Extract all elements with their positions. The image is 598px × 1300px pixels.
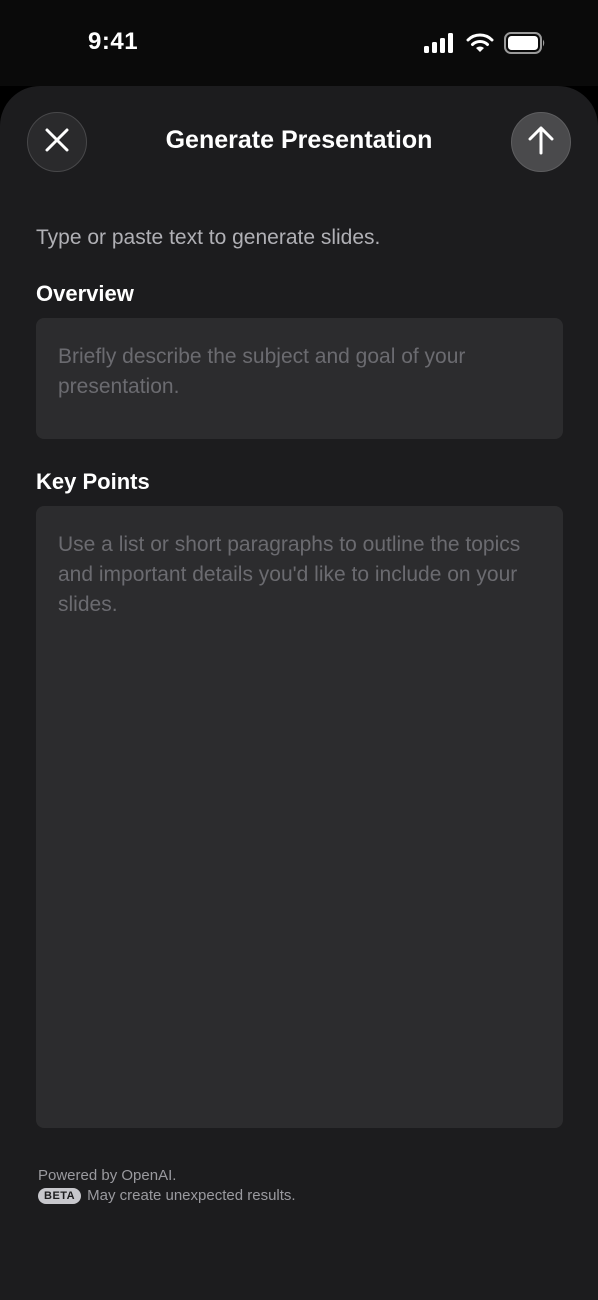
beta-badge: BETA bbox=[38, 1188, 82, 1204]
sheet-title: Generate Presentation bbox=[165, 126, 433, 154]
intro-text: Type or paste text to generate slides. bbox=[36, 226, 381, 249]
status-icons bbox=[424, 30, 546, 56]
footer: Powered by OpenAI. BETA May create unexp… bbox=[38, 1166, 296, 1206]
overview-label: Overview bbox=[36, 281, 134, 306]
battery-icon bbox=[504, 32, 546, 54]
cellular-signal-icon bbox=[424, 33, 456, 53]
generate-button[interactable] bbox=[511, 112, 571, 172]
overview-placeholder: Briefly describe the subject and goal of… bbox=[58, 345, 466, 398]
beta-line: BETA May create unexpected results. bbox=[38, 1186, 296, 1206]
generate-presentation-sheet: Generate Presentation Type or paste text… bbox=[0, 86, 598, 1300]
status-time: 9:41 bbox=[88, 28, 139, 55]
key-points-field[interactable]: Use a list or short paragraphs to outlin… bbox=[36, 506, 563, 1128]
key-points-placeholder: Use a list or short paragraphs to outlin… bbox=[58, 533, 521, 616]
key-points-label: Key Points bbox=[36, 469, 150, 494]
wifi-icon bbox=[466, 33, 494, 53]
overview-field[interactable]: Briefly describe the subject and goal of… bbox=[36, 318, 563, 439]
arrow-up-icon bbox=[527, 125, 555, 160]
powered-by-text: Powered by OpenAI. bbox=[38, 1167, 177, 1184]
beta-disclaimer: May create unexpected results. bbox=[87, 1187, 296, 1204]
powered-by-line: Powered by OpenAI. bbox=[38, 1166, 296, 1186]
status-bar: 9:41 bbox=[0, 0, 598, 86]
